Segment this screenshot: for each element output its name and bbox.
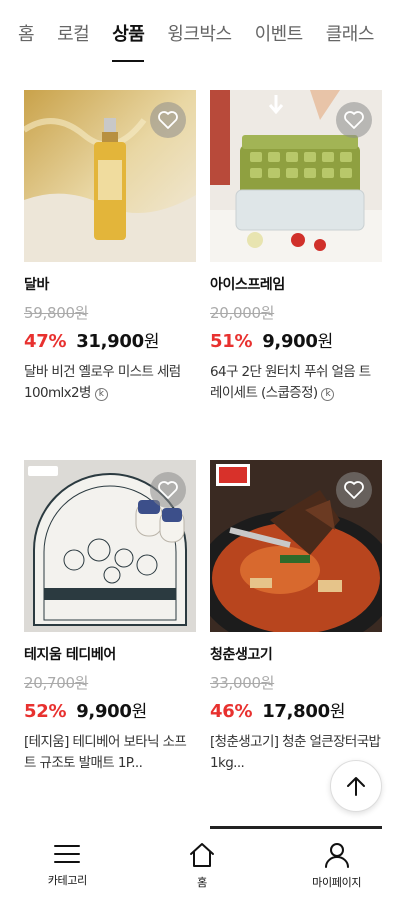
nav-home[interactable]: 홈	[135, 830, 270, 900]
tab-event[interactable]: 이벤트	[255, 20, 304, 46]
sale-price: 9,900	[76, 701, 132, 722]
original-price: 20,000원	[210, 304, 275, 322]
wishlist-button[interactable]	[336, 472, 372, 508]
currency-label: 원	[329, 702, 346, 722]
menu-icon	[54, 845, 81, 863]
category-tabs: 홈 로컬 상품 윙크박스 이벤트 클래스	[0, 0, 404, 64]
product-brand: 달바	[24, 277, 49, 293]
wishlist-button[interactable]	[150, 102, 186, 138]
nav-mypage[interactable]: 마이페이지	[269, 830, 404, 900]
heart-icon	[158, 481, 178, 499]
product-brand: 아이스프레임	[210, 277, 285, 293]
product-description: [테지움] 테디베어 보타닉 소프트 규조토 발매트 1P...	[24, 734, 187, 771]
scroll-to-top-button[interactable]	[330, 760, 382, 812]
original-price: 33,000원	[210, 674, 275, 692]
heart-icon	[158, 111, 178, 129]
product-card[interactable]: 청춘생고기 33,000원 46% 17,800 원 [청춘생고기] 청춘 얼큰장…	[210, 460, 382, 774]
discount-rate: 51%	[210, 331, 253, 352]
product-card[interactable]: 달바 59,800원 47% 31,900 원 달바 비건 옐로우 미스트 세럼 …	[24, 90, 196, 404]
product-card[interactable]: 테지움 테디베어 20,700원 52% 9,900 원 [테지움] 테디베어 보…	[24, 460, 196, 774]
original-price: 20,700원	[24, 674, 89, 692]
product-description: 64구 2단 원터치 푸쉬 얼음 트레이세트 (스쿱증정) k	[210, 364, 371, 401]
tab-home[interactable]: 홈	[18, 20, 35, 46]
tab-local[interactable]: 로컬	[57, 20, 90, 46]
discount-rate: 47%	[24, 331, 67, 352]
product-image-bath-mat[interactable]	[24, 460, 196, 632]
nav-category[interactable]: 카테고리	[0, 830, 135, 900]
sale-price: 31,900	[76, 331, 144, 352]
nav-label: 마이페이지	[312, 876, 362, 889]
product-brand: 테지움 테디베어	[24, 647, 116, 663]
horizontal-scroll-indicator	[210, 826, 382, 829]
home-icon	[190, 843, 214, 867]
nav-label: 홈	[197, 876, 207, 889]
currency-label: 원	[131, 702, 148, 722]
product-image-gukbap[interactable]	[210, 460, 382, 632]
k-badge-icon: k	[321, 388, 335, 401]
tab-products[interactable]: 상품	[112, 20, 145, 62]
heart-icon	[344, 481, 364, 499]
currency-label: 원	[317, 332, 334, 352]
product-card[interactable]: 아이스프레임 20,000원 51% 9,900 원 64구 2단 원터치 푸쉬 …	[210, 90, 382, 404]
discount-rate: 52%	[24, 701, 67, 722]
product-image-serum[interactable]	[24, 90, 196, 262]
user-icon	[324, 843, 349, 868]
product-description: 달바 비건 옐로우 미스트 세럼 100mlx2병 k	[24, 364, 181, 401]
arrow-up-icon	[347, 777, 365, 796]
tab-winkbox[interactable]: 윙크박스	[167, 20, 232, 46]
heart-icon	[344, 111, 364, 129]
currency-label: 원	[143, 332, 160, 352]
nav-label: 카테고리	[47, 874, 88, 887]
wishlist-button[interactable]	[150, 472, 186, 508]
sale-price: 9,900	[262, 331, 318, 352]
product-brand: 청춘생고기	[210, 647, 273, 663]
discount-rate: 46%	[210, 701, 253, 722]
bottom-navigation: 카테고리 홈 마이페이지	[0, 830, 404, 900]
sale-price: 17,800	[262, 701, 330, 722]
wishlist-button[interactable]	[336, 102, 372, 138]
tab-class[interactable]: 클래스	[326, 20, 375, 46]
original-price: 59,800원	[24, 304, 89, 322]
k-badge-icon: k	[94, 388, 108, 401]
product-image-ice-tray[interactable]	[210, 90, 382, 262]
